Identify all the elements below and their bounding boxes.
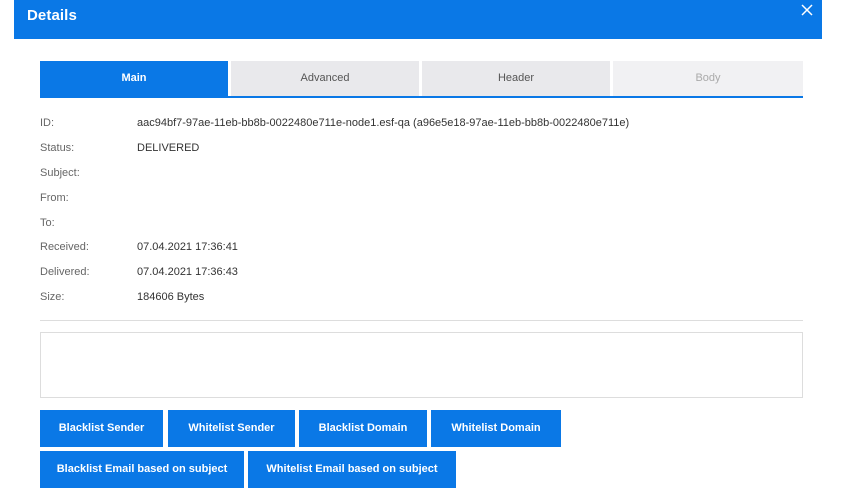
field-value: 184606 Bytes [137,291,205,303]
tab-bar: Main Advanced Header Body [40,61,803,98]
content-textbox[interactable] [40,332,803,398]
field-value: 07.04.2021 17:36:43 [137,266,238,278]
close-icon[interactable] [799,2,815,18]
field-label: Status: [40,142,75,154]
tab-header[interactable]: Header [422,61,610,96]
field-label: To: [40,217,55,229]
field-value: DELIVERED [137,142,200,154]
whitelist-domain-button[interactable]: Whitelist Domain [431,410,561,447]
divider [40,320,803,321]
tab-advanced[interactable]: Advanced [231,61,419,96]
dialog-header: Details [14,0,822,39]
blacklist-sender-button[interactable]: Blacklist Sender [40,410,163,447]
field-label: Subject: [40,167,80,179]
tab-main[interactable]: Main [40,61,228,96]
field-label: From: [40,192,69,204]
whitelist-sender-button[interactable]: Whitelist Sender [168,410,295,447]
field-label: Delivered: [40,266,90,278]
field-label: Size: [40,291,65,303]
whitelist-subject-button[interactable]: Whitelist Email based on subject [248,451,456,488]
tab-body: Body [613,61,803,96]
field-label: ID: [40,117,55,129]
dialog-title: Details [27,7,77,24]
field-value: 07.04.2021 17:36:41 [137,241,238,253]
blacklist-domain-button[interactable]: Blacklist Domain [299,410,427,447]
field-label: Received: [40,241,89,253]
field-value: aac94bf7-97ae-11eb-bb8b-0022480e711e-nod… [137,117,630,129]
blacklist-subject-button[interactable]: Blacklist Email based on subject [40,451,244,488]
